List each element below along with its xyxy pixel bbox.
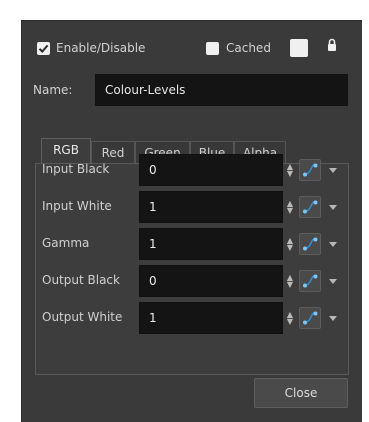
enable-checkbox[interactable] — [37, 42, 50, 55]
param-label-input-black: Input Black — [42, 162, 110, 176]
output-white-dropdown-icon[interactable] — [329, 316, 337, 321]
gamma-field[interactable]: 1 — [139, 228, 283, 260]
output-black-function-button[interactable] — [299, 270, 321, 292]
input-white-dropdown-icon[interactable] — [329, 205, 337, 210]
gamma-function-button[interactable] — [299, 233, 321, 255]
lock-icon[interactable] — [327, 38, 337, 55]
function-curve-icon — [303, 237, 318, 251]
gamma-stepper[interactable]: ▲ ▼ — [286, 237, 294, 252]
name-field[interactable]: Colour-Levels — [95, 74, 348, 106]
input-white-function-button[interactable] — [299, 196, 321, 218]
tab-red[interactable]: Red — [91, 141, 135, 164]
param-label-gamma: Gamma — [42, 236, 90, 250]
cached-checkbox[interactable] — [206, 42, 219, 55]
output-white-function-button[interactable] — [299, 307, 321, 329]
function-curve-icon — [303, 311, 318, 325]
output-black-dropdown-icon[interactable] — [329, 279, 337, 284]
output-black-field[interactable]: 0 — [139, 265, 283, 297]
name-label: Name: — [33, 83, 73, 97]
enable-label: Enable/Disable — [56, 41, 146, 55]
input-black-stepper[interactable]: ▲ ▼ — [286, 163, 294, 178]
input-white-stepper[interactable]: ▲ ▼ — [286, 200, 294, 215]
output-white-stepper[interactable]: ▲ ▼ — [286, 311, 294, 326]
param-label-output-black: Output Black — [42, 273, 120, 287]
function-curve-icon — [303, 200, 318, 214]
input-black-function-button[interactable] — [299, 159, 321, 181]
output-black-stepper[interactable]: ▲ ▼ — [286, 274, 294, 289]
input-black-field[interactable]: 0 — [139, 154, 283, 186]
function-curve-icon — [303, 274, 318, 288]
param-label-output-white: Output White — [42, 310, 123, 324]
checkmark-icon — [38, 44, 49, 53]
param-label-input-white: Input White — [42, 199, 112, 213]
tab-rgb[interactable]: RGB — [41, 138, 91, 163]
cached-label: Cached — [226, 41, 271, 55]
layer-properties-dialog: Enable/Disable Cached Name: Colour-Level… — [21, 20, 362, 422]
layer-color-swatch[interactable] — [290, 39, 308, 57]
gamma-dropdown-icon[interactable] — [329, 242, 337, 247]
function-curve-icon — [303, 163, 318, 177]
input-white-field[interactable]: 1 — [139, 191, 283, 223]
close-button[interactable]: Close — [254, 378, 348, 408]
output-white-field[interactable]: 1 — [139, 302, 283, 334]
input-black-dropdown-icon[interactable] — [329, 168, 337, 173]
